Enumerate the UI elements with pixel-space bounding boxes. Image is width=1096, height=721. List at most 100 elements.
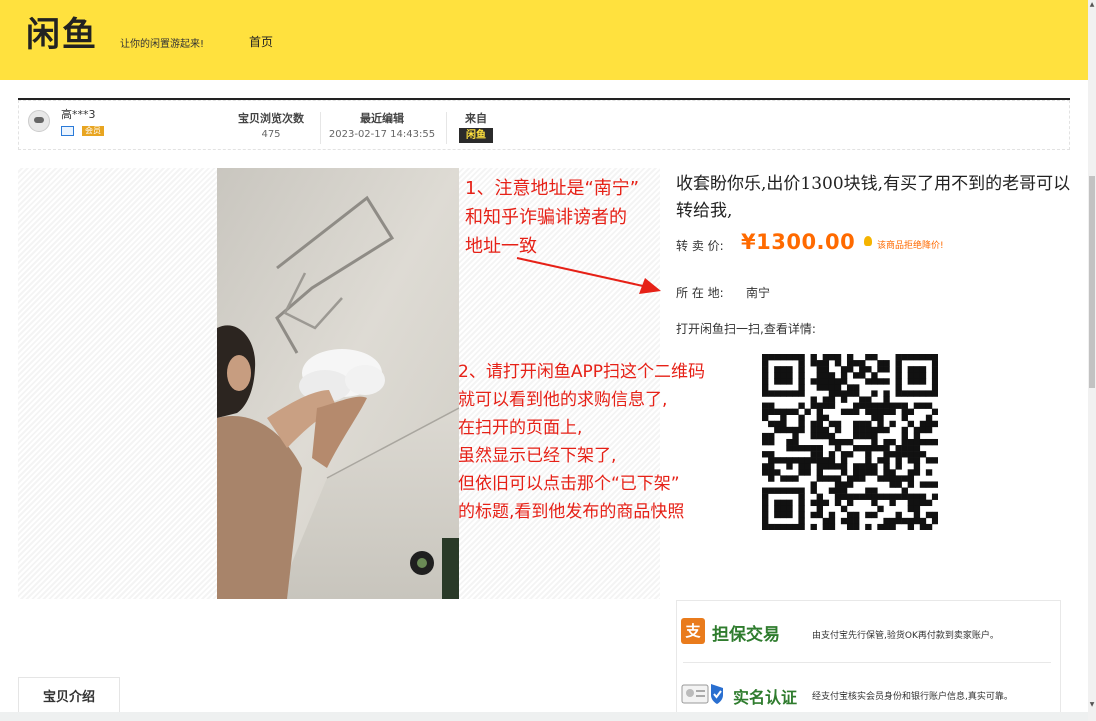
qr-module: [913, 517, 921, 525]
qr-module: [853, 475, 860, 482]
qr-module: [810, 457, 817, 464]
qr-module: [762, 463, 769, 470]
qr-module: [798, 499, 805, 507]
qr-module: [853, 402, 860, 409]
qr-module: [889, 493, 896, 500]
location-label: 所 在 地:: [676, 286, 724, 300]
qr-module: [816, 493, 823, 500]
qr-module: [883, 523, 890, 530]
scroll-down-arrow-icon[interactable]: ▼: [1088, 700, 1096, 709]
qr-module: [810, 354, 817, 361]
qr-module: [834, 445, 842, 452]
price-notify-link[interactable]: 该商品拒绝降价!: [877, 238, 944, 251]
qr-module: [895, 354, 902, 361]
qr-module: [846, 523, 854, 530]
qr-module: [865, 354, 872, 361]
qr-module: [762, 402, 769, 409]
qr-module: [865, 469, 872, 476]
source-label: 来自: [465, 112, 487, 125]
seller-username[interactable]: 高***3: [61, 106, 96, 122]
item-photo[interactable]: [217, 168, 459, 599]
qr-module: [846, 360, 854, 367]
qr-module: [798, 457, 805, 464]
qr-module: [828, 511, 836, 519]
qr-module: [816, 402, 823, 409]
qr-module: [798, 505, 805, 513]
location-value: 南宁: [746, 286, 771, 300]
qr-module: [828, 463, 836, 470]
qr-module: [810, 360, 817, 367]
qr-module: [907, 475, 915, 482]
qr-module: [846, 517, 854, 525]
qr-module: [853, 408, 860, 415]
xianyu-logo[interactable]: 闲鱼: [26, 15, 98, 55]
qr-module: [810, 402, 817, 409]
qr-module: [889, 402, 896, 409]
qr-module: [822, 372, 830, 379]
qr-module: [846, 511, 854, 519]
qr-module: [840, 438, 848, 446]
alipay-icon: 支: [681, 618, 705, 644]
qr-module: [846, 390, 854, 397]
qr-module: [913, 511, 921, 519]
qr-module: [895, 384, 902, 391]
qr-module: [774, 408, 781, 415]
qr-module: [925, 438, 933, 446]
qr-module: [822, 517, 830, 525]
qr-module: [840, 463, 848, 470]
qr-module: [925, 390, 933, 397]
qr-module: [774, 523, 781, 530]
qr-module: [792, 523, 799, 530]
qr-module: [804, 457, 811, 464]
qr-module: [925, 414, 933, 422]
qr-module: [931, 517, 938, 525]
qr-module: [913, 354, 921, 361]
qr-module: [798, 402, 805, 409]
qr-module: [859, 426, 866, 434]
qr-module: [931, 366, 938, 373]
qr-module: [877, 408, 884, 415]
views-value: 475: [261, 129, 281, 140]
scroll-up-arrow-icon[interactable]: ▲: [1088, 0, 1096, 9]
qr-module: [846, 354, 854, 361]
qr-module: [762, 469, 769, 476]
qr-module: [871, 469, 878, 476]
qr-module: [877, 445, 884, 452]
qr-module: [901, 445, 908, 452]
qr-module: [913, 463, 921, 470]
qr-module: [816, 505, 823, 513]
qr-module: [907, 517, 915, 525]
qr-module: [907, 457, 915, 464]
qr-module: [792, 408, 799, 415]
qr-module: [762, 432, 769, 440]
qr-module: [919, 438, 927, 446]
qr-module: [840, 390, 848, 397]
qr-module: [810, 420, 817, 428]
qr-module: [889, 499, 896, 507]
qr-module: [834, 384, 842, 391]
qr-module: [907, 481, 915, 488]
qr-module: [871, 463, 878, 470]
seller-avatar[interactable]: [28, 110, 50, 132]
qr-module: [768, 354, 775, 361]
nav-home-link[interactable]: 首页: [249, 33, 273, 50]
qr-module: [883, 451, 890, 458]
qr-module: [798, 366, 805, 373]
qr-module: [798, 378, 805, 385]
qr-module: [931, 372, 938, 379]
scrollbar-thumb[interactable]: [1089, 176, 1095, 388]
qr-module: [913, 378, 921, 385]
qr-module: [931, 378, 938, 385]
qr-module: [798, 372, 805, 379]
qr-module: [840, 469, 848, 476]
qr-module: [913, 499, 921, 507]
qr-module: [768, 475, 775, 482]
qr-module: [768, 463, 775, 470]
qr-module: [883, 366, 890, 373]
qr-module: [895, 366, 902, 373]
qr-module: [816, 420, 823, 428]
item-qr-code[interactable]: [762, 354, 938, 530]
qr-module: [931, 457, 938, 464]
qr-module: [840, 372, 848, 379]
qr-module: [871, 445, 878, 452]
